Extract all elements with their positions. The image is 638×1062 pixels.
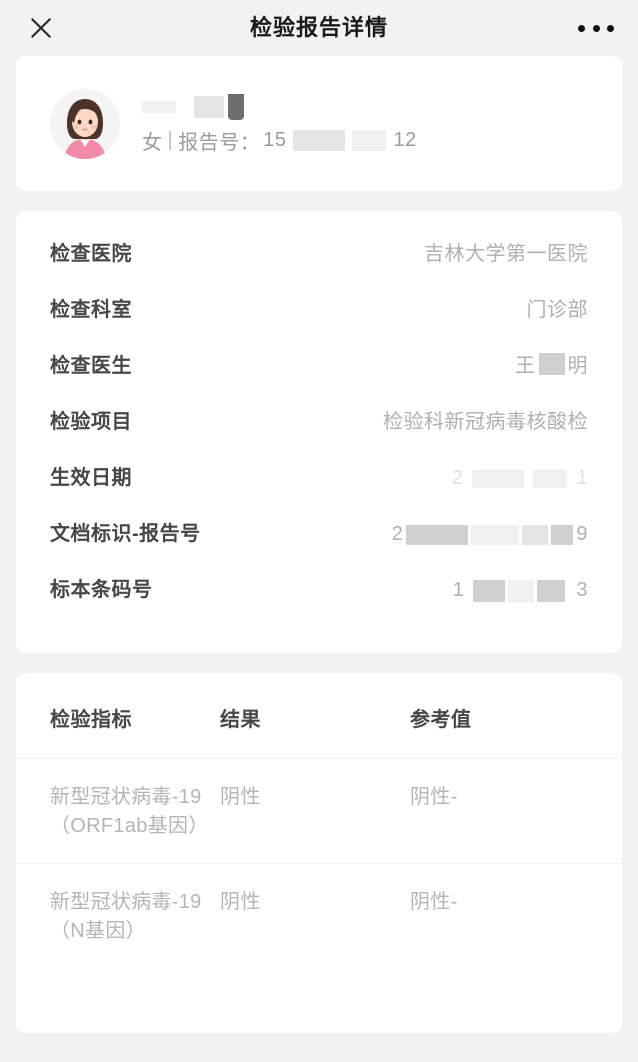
close-icon[interactable] xyxy=(26,13,56,43)
info-row-specimen-barcode: 标本条码号 1 3 xyxy=(50,573,588,629)
cell-result: 阴性 xyxy=(220,786,261,808)
info-value: 2 9 xyxy=(392,523,588,546)
redaction-block xyxy=(538,352,565,375)
info-row-doctor: 检查医生 王 明 xyxy=(50,349,588,405)
patient-card: 女 | 报告号： 15 12 xyxy=(16,56,622,191)
page-title: 检验报告详情 xyxy=(249,15,388,40)
female-avatar-icon xyxy=(50,88,120,159)
result-table-card: 检验指标 结果 参考值 新型冠状病毒-19（ORF1ab基因） 阴性 阴性- 新… xyxy=(16,673,622,1033)
redaction-block xyxy=(537,579,566,602)
redaction-block xyxy=(194,96,224,118)
column-header-result: 结果 xyxy=(220,709,261,731)
nav-bar: 检验报告详情 xyxy=(0,0,638,56)
document-id-suffix: 9 xyxy=(576,523,588,545)
redaction-block xyxy=(293,130,346,151)
info-label: 文档标识-报告号 xyxy=(50,523,201,545)
redaction-block xyxy=(352,130,387,151)
report-no-label: 报告号： xyxy=(178,132,261,154)
info-value: 2 1 xyxy=(452,467,588,490)
redaction-block xyxy=(406,524,469,545)
info-label: 标本条码号 xyxy=(50,579,153,601)
report-no-suffix: 12 xyxy=(393,129,417,151)
date-prefix: 2 xyxy=(451,467,464,489)
column-header-indicator: 检验指标 xyxy=(50,709,132,731)
info-row-department: 检查科室 门诊部 xyxy=(50,293,588,349)
redaction-block xyxy=(508,579,535,602)
info-value: 王 明 xyxy=(515,349,588,378)
info-row-effective-date: 生效日期 2 1 xyxy=(50,461,588,517)
cell-reference: 阴性- xyxy=(410,786,458,808)
info-value: 吉林大学第一医院 xyxy=(424,243,588,265)
patient-gender: 女 xyxy=(142,132,163,154)
patient-meta: 女 | 报告号： 15 12 xyxy=(142,126,417,155)
redaction-block xyxy=(473,579,506,602)
redaction-block xyxy=(472,469,525,488)
info-value: 门诊部 xyxy=(526,299,588,321)
redaction-block xyxy=(551,524,574,545)
barcode-suffix: 3 xyxy=(576,579,588,601)
info-label: 检验项目 xyxy=(50,411,132,433)
info-label: 检查医院 xyxy=(50,243,132,265)
page-content: 女 | 报告号： 15 12 检查医院 吉林大学第一医院 检查科室 门诊部 检查… xyxy=(0,56,638,1033)
column-header-reference: 参考值 xyxy=(410,709,472,731)
info-label: 生效日期 xyxy=(50,467,132,489)
patient-name xyxy=(142,94,417,120)
more-dot xyxy=(578,24,585,32)
date-suffix: 1 xyxy=(576,467,588,489)
redaction-block xyxy=(533,469,568,488)
doctor-name-prefix: 王 xyxy=(515,355,536,377)
cell-result: 阴性 xyxy=(220,891,261,913)
meta-separator: | xyxy=(167,129,174,151)
info-label: 检查科室 xyxy=(50,299,132,321)
info-value: 1 3 xyxy=(453,579,588,602)
info-row-test-item: 检验项目 检验科新冠病毒核酸检 xyxy=(50,405,588,461)
doctor-name-suffix: 明 xyxy=(567,355,588,377)
redaction-block xyxy=(471,524,520,545)
info-row-document-id: 文档标识-报告号 2 9 xyxy=(50,517,588,573)
cell-reference: 阴性- xyxy=(410,891,458,913)
table-header-row: 检验指标 结果 参考值 xyxy=(16,673,622,759)
barcode-prefix: 1 xyxy=(452,579,465,601)
exam-info-card: 检查医院 吉林大学第一医院 检查科室 门诊部 检查医生 王 明 检验项目 检验科… xyxy=(16,211,622,653)
info-value: 检验科新冠病毒核酸检 xyxy=(383,411,588,433)
table-row: 新型冠状病毒-19（ORF1ab基因） 阴性 阴性- xyxy=(16,759,622,864)
info-label: 检查医生 xyxy=(50,355,132,377)
cell-indicator: 新型冠状病毒-19（N基因） xyxy=(50,891,202,942)
info-row-hospital: 检查医院 吉林大学第一医院 xyxy=(50,237,588,293)
patient-info: 女 | 报告号： 15 12 xyxy=(142,92,417,155)
table-row: 新型冠状病毒-19（N基因） 阴性 阴性- xyxy=(16,864,622,968)
report-no-prefix: 15 xyxy=(263,129,287,151)
redaction-block xyxy=(228,94,244,120)
redaction-block xyxy=(522,524,549,545)
more-options-icon[interactable] xyxy=(578,16,614,40)
cell-indicator: 新型冠状病毒-19（ORF1ab基因） xyxy=(50,786,209,837)
redaction-block xyxy=(142,101,176,113)
document-id-prefix: 2 xyxy=(391,523,404,545)
more-dot xyxy=(592,24,600,32)
more-dot xyxy=(607,24,614,32)
